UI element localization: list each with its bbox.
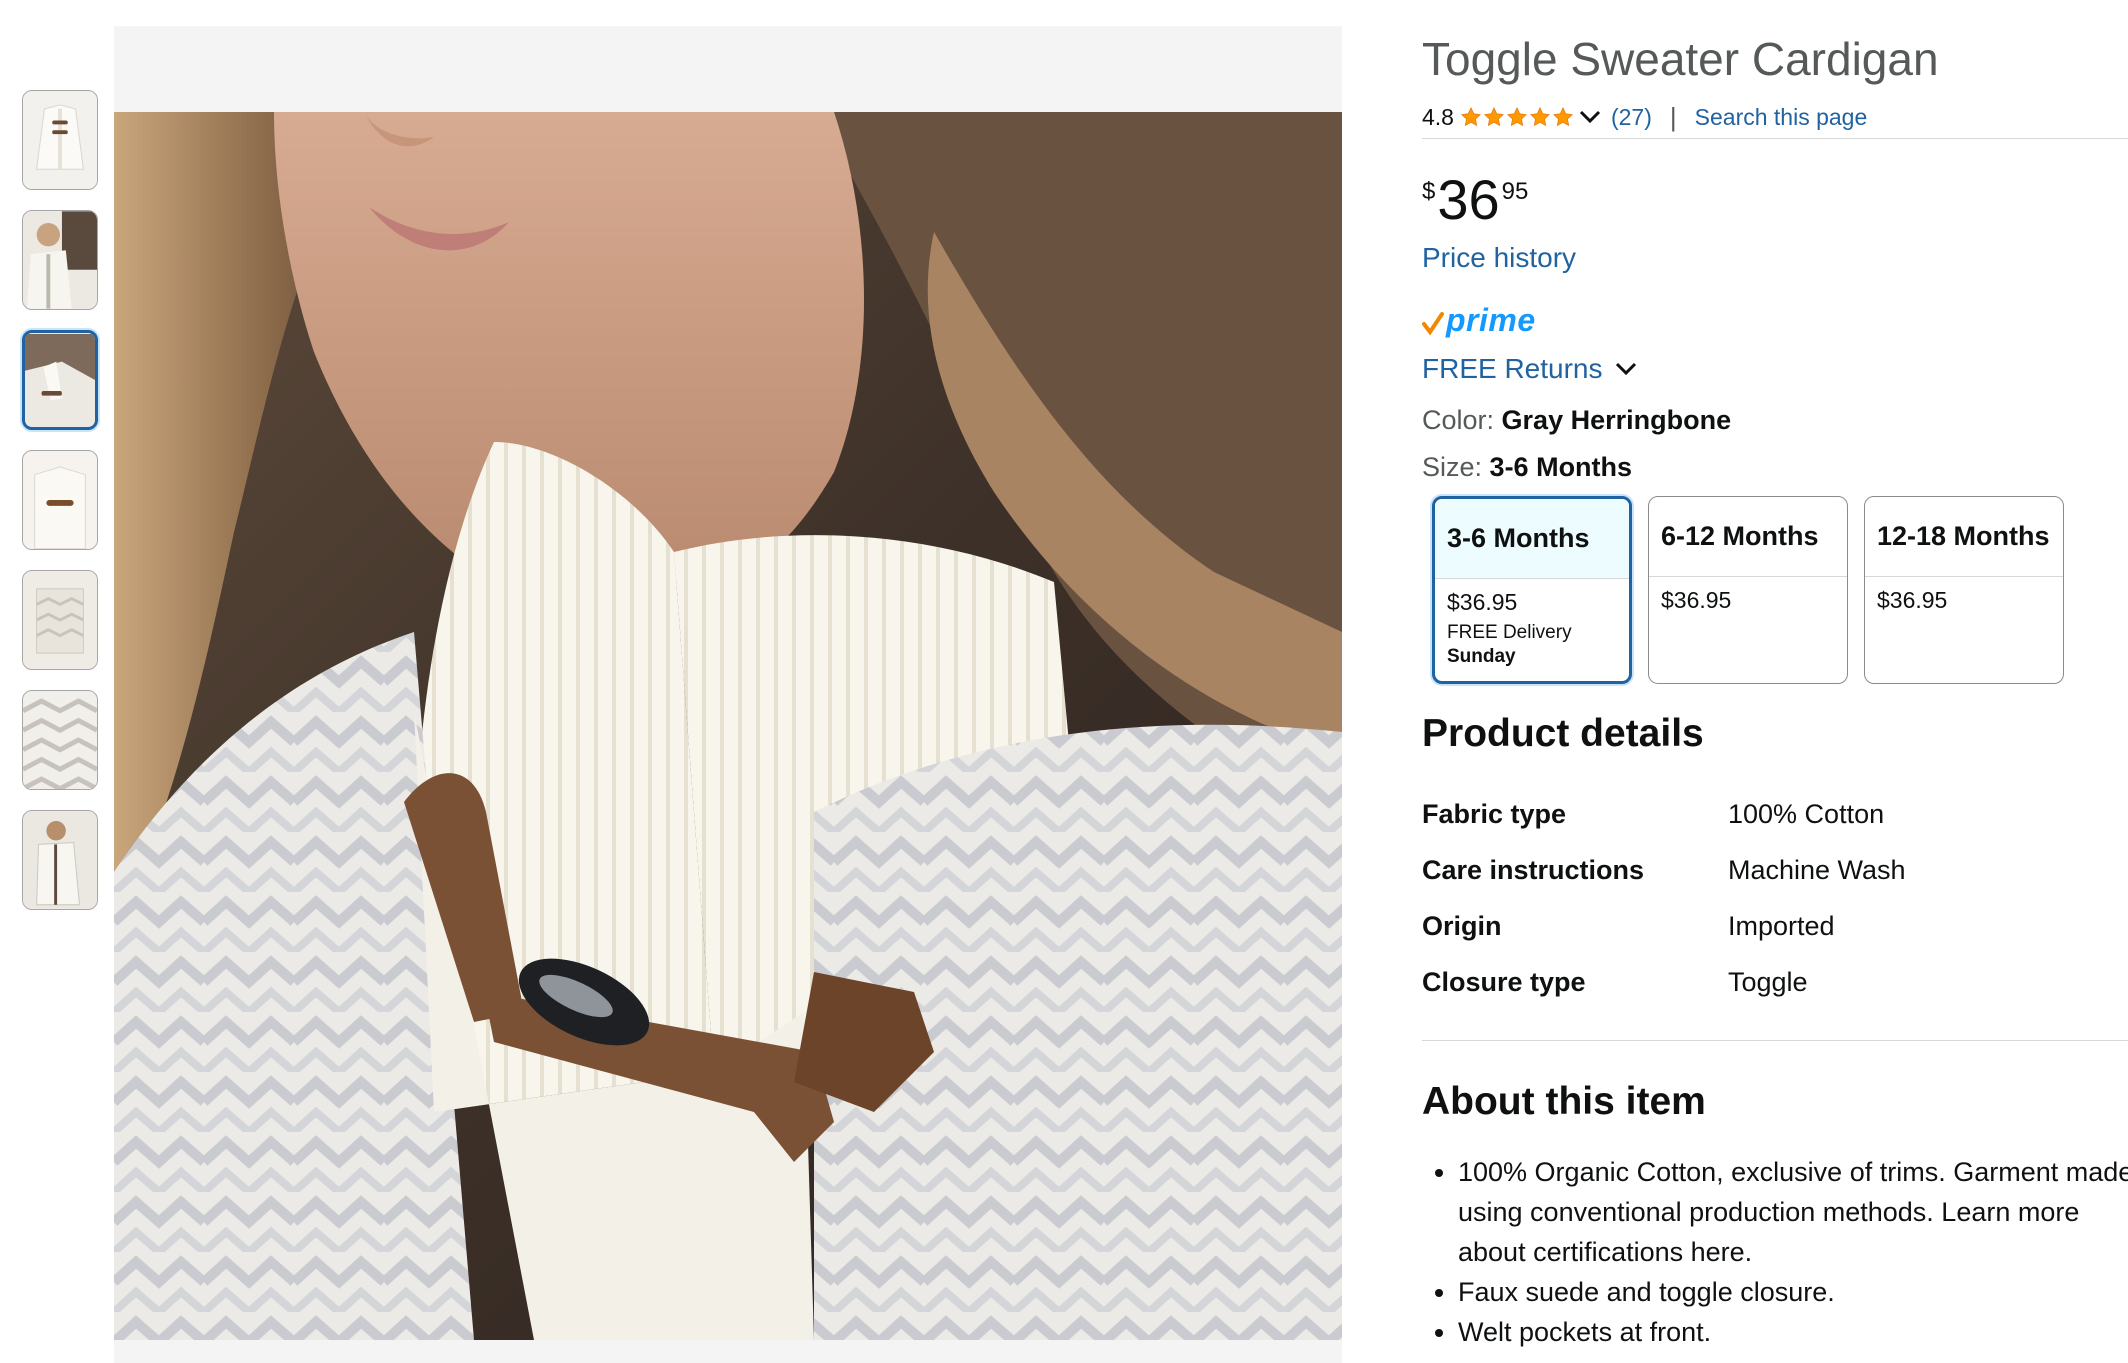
detail-value: 100% Cotton — [1728, 798, 1885, 829]
detail-key: Closure type — [1422, 966, 1586, 997]
thumbnail-herringbone-swatch[interactable] — [22, 690, 98, 790]
size-option-label: 6-12 Months — [1649, 497, 1847, 577]
search-this-page-link[interactable]: Search this page — [1695, 104, 1868, 131]
color-selection: Color: Gray Herringbone — [1422, 405, 1731, 436]
detail-key: Origin — [1422, 910, 1502, 941]
free-returns-dropdown[interactable]: FREE Returns — [1422, 353, 1639, 385]
divider — [1422, 138, 2128, 139]
color-value: Gray Herringbone — [1501, 405, 1732, 435]
size-option-price: $36.95 — [1661, 587, 1732, 613]
size-selection: Size: 3-6 Months — [1422, 452, 1632, 483]
thumbnail-cardigan-front[interactable] — [22, 90, 98, 190]
detail-key: Fabric type — [1422, 798, 1567, 829]
size-option-price: $36.95 — [1877, 587, 1948, 613]
thumbnail-model-full[interactable] — [22, 810, 98, 910]
model-full-thumbnail-icon — [23, 811, 97, 909]
detail-row: Origin Imported — [1422, 898, 2122, 954]
detail-row: Care instructions Machine Wash — [1422, 842, 2122, 898]
thumbnail-toggle-closeup[interactable] — [22, 330, 98, 430]
detail-value: Imported — [1728, 910, 1835, 941]
size-option-12-18-months[interactable]: 12-18 Months $36.95 — [1864, 496, 2064, 684]
thumbnail-model-wearing[interactable] — [22, 210, 98, 310]
product-details-heading: Product details — [1422, 712, 1704, 755]
star-icon — [1461, 106, 1481, 127]
about-bullet: Welt pockets at front. — [1458, 1312, 2128, 1352]
toggle-closeup-thumbnail-icon — [25, 333, 95, 427]
detail-row: Closure type Toggle — [1422, 954, 2122, 1010]
model-wearing-thumbnail-icon — [23, 211, 97, 309]
size-option-6-12-months[interactable]: 6-12 Months $36.95 — [1648, 496, 1848, 684]
star-rating[interactable] — [1460, 106, 1603, 128]
price-fraction: 95 — [1501, 178, 1529, 205]
thumbnail-fabric-folded[interactable] — [22, 570, 98, 670]
rating-row: 4.8 (27) | Search this page — [1422, 100, 1867, 134]
size-value: 3-6 Months — [1489, 452, 1633, 482]
main-product-image[interactable] — [114, 112, 1342, 1340]
size-option-label: 3-6 Months — [1435, 499, 1629, 579]
prime-badge: prime — [1422, 300, 1536, 340]
herringbone-swatch-thumbnail-icon — [23, 691, 97, 789]
review-count-link[interactable]: (27) — [1611, 104, 1652, 131]
detail-key: Care instructions — [1422, 854, 1645, 885]
sweater-closeup-image — [114, 112, 1342, 1340]
about-this-item-heading: About this item — [1422, 1080, 1706, 1123]
product-details-table: Fabric type 100% Cotton Care instruction… — [1422, 786, 2122, 1010]
about-bullet: 100% Organic Cotton, exclusive of trims.… — [1458, 1152, 2128, 1272]
about-bullet: Faux suede and toggle closure. — [1458, 1272, 2128, 1312]
collar-toggle-thumbnail-icon — [23, 451, 97, 549]
cardigan-front-thumbnail-icon — [23, 91, 97, 189]
star-icon — [1484, 106, 1504, 127]
star-icon — [1507, 106, 1527, 127]
size-options: 3-6 Months $36.95 FREE Delivery Sunday 6… — [1432, 496, 2080, 684]
detail-row: Fabric type 100% Cotton — [1422, 786, 2122, 842]
thumbnail-list — [22, 90, 102, 930]
divider — [1422, 1040, 2128, 1041]
color-label: Color: — [1422, 405, 1495, 435]
star-icon — [1553, 106, 1573, 127]
price-history-link[interactable]: Price history — [1422, 242, 1576, 274]
size-option-price: $36.95 — [1447, 589, 1518, 615]
thumbnail-collar-toggle[interactable] — [22, 450, 98, 550]
chevron-down-icon — [1579, 110, 1601, 124]
price-symbol: $ — [1422, 178, 1436, 205]
size-option-delivery-day: Sunday — [1447, 646, 1516, 667]
product-title: Toggle Sweater Cardigan — [1422, 33, 1939, 85]
size-label: Size: — [1422, 452, 1483, 482]
free-returns-label: FREE Returns — [1422, 353, 1603, 384]
price: $ 36 95 — [1422, 170, 1528, 230]
fabric-folded-thumbnail-icon — [23, 571, 97, 669]
size-option-3-6-months[interactable]: 3-6 Months $36.95 FREE Delivery Sunday — [1432, 496, 1632, 684]
star-icon — [1530, 106, 1550, 127]
prime-label: prime — [1446, 301, 1536, 338]
detail-value: Machine Wash — [1728, 854, 1906, 885]
size-option-label: 12-18 Months — [1865, 497, 2063, 577]
detail-value: Toggle — [1728, 966, 1808, 997]
prime-check-icon — [1422, 312, 1444, 336]
price-whole: 36 — [1437, 168, 1500, 231]
about-bullets: 100% Organic Cotton, exclusive of trims.… — [1436, 1152, 2128, 1352]
separator: | — [1669, 101, 1677, 132]
chevron-down-icon — [1615, 362, 1636, 376]
size-option-delivery: FREE Delivery — [1447, 622, 1572, 643]
rating-value: 4.8 — [1422, 103, 1454, 130]
